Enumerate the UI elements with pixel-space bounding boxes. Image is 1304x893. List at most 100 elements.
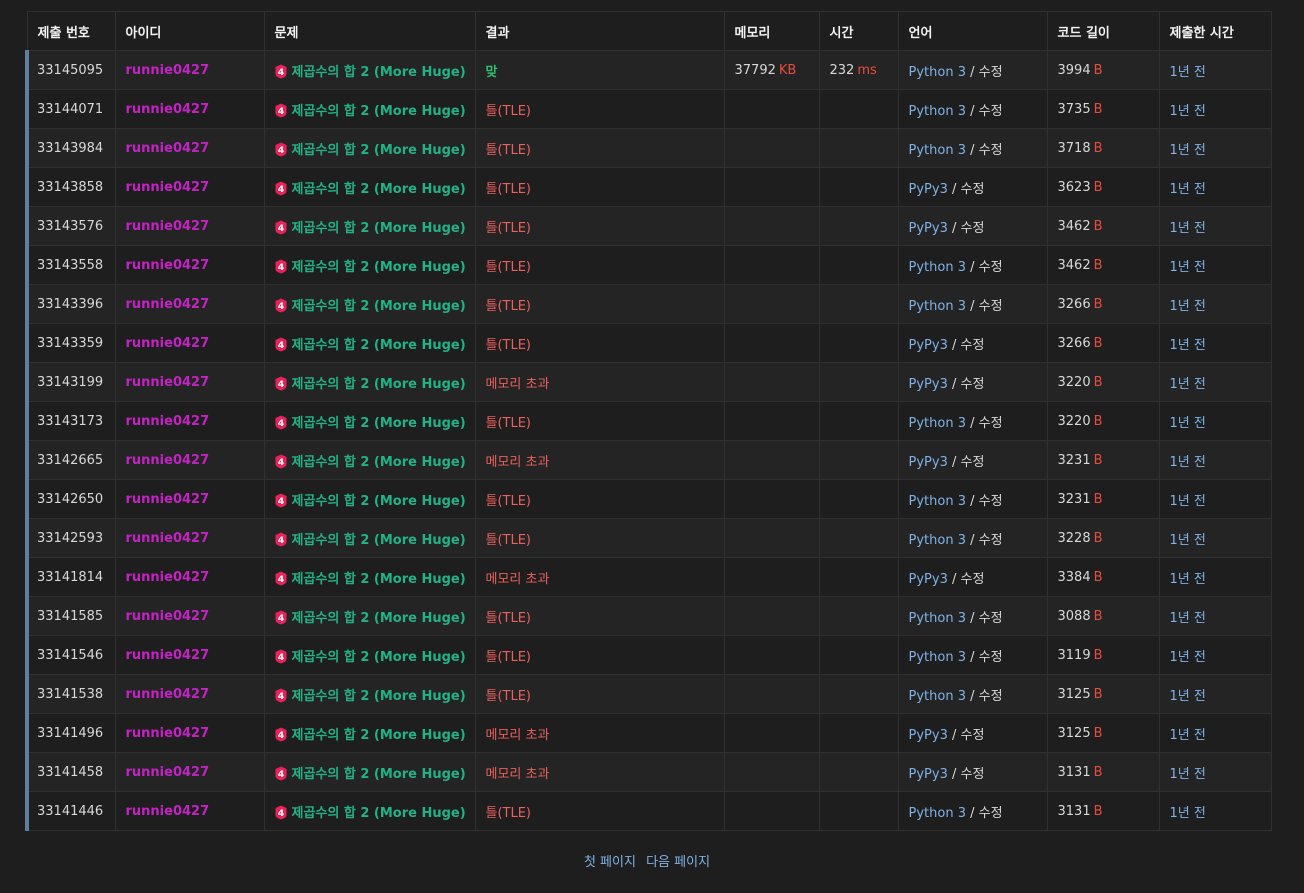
problem-link[interactable]: 제곱수의 합 2 (More Huge) — [292, 299, 466, 314]
language-link[interactable]: PyPy3 — [909, 767, 948, 782]
problem-link[interactable]: 제곱수의 합 2 (More Huge) — [292, 416, 466, 431]
user-link[interactable]: runnie0427 — [126, 102, 210, 117]
language-link[interactable]: Python 3 — [909, 65, 966, 80]
edit-link[interactable]: 수정 — [979, 689, 1003, 704]
edit-link[interactable]: 수정 — [979, 611, 1003, 626]
edit-link[interactable]: 수정 — [961, 767, 985, 782]
language-link[interactable]: Python 3 — [909, 299, 966, 314]
edit-link[interactable]: 수정 — [979, 260, 1003, 275]
submitted-at-link[interactable]: 1년 전 — [1170, 299, 1206, 314]
submitted-at-link[interactable]: 1년 전 — [1170, 65, 1206, 80]
problem-link[interactable]: 제곱수의 합 2 (More Huge) — [292, 806, 466, 821]
submitted-at-link[interactable]: 1년 전 — [1170, 221, 1206, 236]
problem-link[interactable]: 제곱수의 합 2 (More Huge) — [292, 260, 466, 275]
problem-link[interactable]: 제곱수의 합 2 (More Huge) — [292, 104, 466, 119]
edit-link[interactable]: 수정 — [979, 65, 1003, 80]
edit-link[interactable]: 수정 — [961, 377, 985, 392]
submitted-at-link[interactable]: 1년 전 — [1170, 377, 1206, 392]
first-page-link[interactable]: 첫 페이지 — [584, 855, 636, 870]
language-link[interactable]: Python 3 — [909, 806, 966, 821]
problem-link[interactable]: 제곱수의 합 2 (More Huge) — [292, 650, 466, 665]
user-link[interactable]: runnie0427 — [126, 258, 210, 273]
edit-link[interactable]: 수정 — [979, 533, 1003, 548]
submitted-at-link[interactable]: 1년 전 — [1170, 416, 1206, 431]
language-link[interactable]: Python 3 — [909, 494, 966, 509]
language-link[interactable]: Python 3 — [909, 260, 966, 275]
submitted-at-link[interactable]: 1년 전 — [1170, 572, 1206, 587]
user-link[interactable]: runnie0427 — [126, 219, 210, 234]
problem-link[interactable]: 제곱수의 합 2 (More Huge) — [292, 689, 466, 704]
submitted-at-link[interactable]: 1년 전 — [1170, 689, 1206, 704]
language-link[interactable]: Python 3 — [909, 104, 966, 119]
edit-link[interactable]: 수정 — [979, 143, 1003, 158]
language-link[interactable]: PyPy3 — [909, 572, 948, 587]
language-link[interactable]: PyPy3 — [909, 182, 948, 197]
submitted-at-link[interactable]: 1년 전 — [1170, 806, 1206, 821]
submitted-at-link[interactable]: 1년 전 — [1170, 338, 1206, 353]
user-link[interactable]: runnie0427 — [126, 297, 210, 312]
language-link[interactable]: PyPy3 — [909, 338, 948, 353]
edit-link[interactable]: 수정 — [961, 455, 985, 470]
user-link[interactable]: runnie0427 — [126, 765, 210, 780]
user-link[interactable]: runnie0427 — [126, 336, 210, 351]
problem-link[interactable]: 제곱수의 합 2 (More Huge) — [292, 494, 466, 509]
user-link[interactable]: runnie0427 — [126, 648, 210, 663]
problem-link[interactable]: 제곱수의 합 2 (More Huge) — [292, 65, 466, 80]
submitted-at-link[interactable]: 1년 전 — [1170, 650, 1206, 665]
problem-link[interactable]: 제곱수의 합 2 (More Huge) — [292, 143, 466, 158]
problem-link[interactable]: 제곱수의 합 2 (More Huge) — [292, 728, 466, 743]
problem-link[interactable]: 제곱수의 합 2 (More Huge) — [292, 533, 466, 548]
user-link[interactable]: runnie0427 — [126, 63, 210, 78]
problem-link[interactable]: 제곱수의 합 2 (More Huge) — [292, 377, 466, 392]
submitted-at-link[interactable]: 1년 전 — [1170, 611, 1206, 626]
user-link[interactable]: runnie0427 — [126, 375, 210, 390]
edit-link[interactable]: 수정 — [979, 806, 1003, 821]
language-link[interactable]: Python 3 — [909, 689, 966, 704]
user-link[interactable]: runnie0427 — [126, 141, 210, 156]
submitted-at-link[interactable]: 1년 전 — [1170, 767, 1206, 782]
user-link[interactable]: runnie0427 — [126, 570, 210, 585]
user-link[interactable]: runnie0427 — [126, 726, 210, 741]
problem-link[interactable]: 제곱수의 합 2 (More Huge) — [292, 767, 466, 782]
submitted-at-link[interactable]: 1년 전 — [1170, 494, 1206, 509]
language-link[interactable]: Python 3 — [909, 533, 966, 548]
next-page-link[interactable]: 다음 페이지 — [646, 855, 710, 870]
user-link[interactable]: runnie0427 — [126, 414, 210, 429]
edit-link[interactable]: 수정 — [979, 650, 1003, 665]
user-link[interactable]: runnie0427 — [126, 180, 210, 195]
language-link[interactable]: Python 3 — [909, 416, 966, 431]
problem-link[interactable]: 제곱수의 합 2 (More Huge) — [292, 455, 466, 470]
submitted-at-link[interactable]: 1년 전 — [1170, 533, 1206, 548]
edit-link[interactable]: 수정 — [979, 494, 1003, 509]
submitted-at-link[interactable]: 1년 전 — [1170, 455, 1206, 470]
problem-link[interactable]: 제곱수의 합 2 (More Huge) — [292, 572, 466, 587]
edit-link[interactable]: 수정 — [961, 182, 985, 197]
user-link[interactable]: runnie0427 — [126, 492, 210, 507]
language-link[interactable]: PyPy3 — [909, 728, 948, 743]
user-link[interactable]: runnie0427 — [126, 453, 210, 468]
edit-link[interactable]: 수정 — [979, 299, 1003, 314]
user-link[interactable]: runnie0427 — [126, 804, 210, 819]
edit-link[interactable]: 수정 — [979, 416, 1003, 431]
submitted-at-link[interactable]: 1년 전 — [1170, 143, 1206, 158]
user-link[interactable]: runnie0427 — [126, 531, 210, 546]
user-link[interactable]: runnie0427 — [126, 609, 210, 624]
problem-link[interactable]: 제곱수의 합 2 (More Huge) — [292, 338, 466, 353]
language-link[interactable]: Python 3 — [909, 650, 966, 665]
language-link[interactable]: Python 3 — [909, 611, 966, 626]
edit-link[interactable]: 수정 — [979, 104, 1003, 119]
language-link[interactable]: PyPy3 — [909, 455, 948, 470]
submitted-at-link[interactable]: 1년 전 — [1170, 260, 1206, 275]
submitted-at-link[interactable]: 1년 전 — [1170, 104, 1206, 119]
edit-link[interactable]: 수정 — [961, 221, 985, 236]
user-link[interactable]: runnie0427 — [126, 687, 210, 702]
language-link[interactable]: PyPy3 — [909, 377, 948, 392]
submitted-at-link[interactable]: 1년 전 — [1170, 728, 1206, 743]
problem-link[interactable]: 제곱수의 합 2 (More Huge) — [292, 611, 466, 626]
edit-link[interactable]: 수정 — [961, 728, 985, 743]
problem-link[interactable]: 제곱수의 합 2 (More Huge) — [292, 182, 466, 197]
edit-link[interactable]: 수정 — [961, 338, 985, 353]
submitted-at-link[interactable]: 1년 전 — [1170, 182, 1206, 197]
edit-link[interactable]: 수정 — [961, 572, 985, 587]
problem-link[interactable]: 제곱수의 합 2 (More Huge) — [292, 221, 466, 236]
